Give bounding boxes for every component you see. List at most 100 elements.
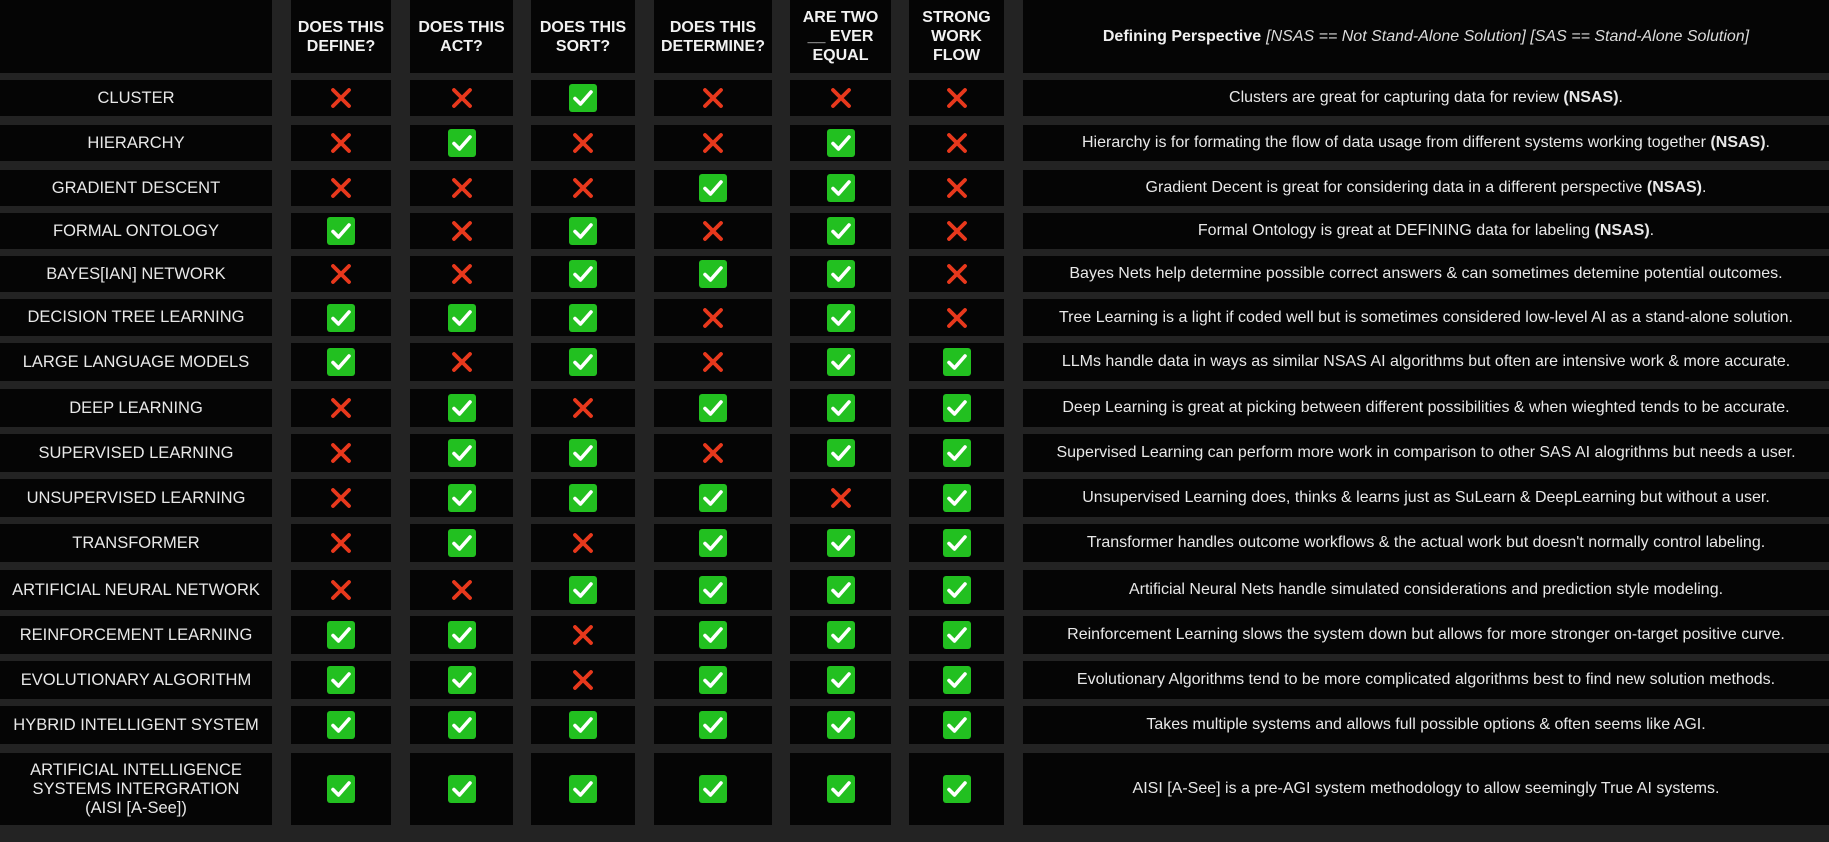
header-description-legend: [NSAS == Not Stand-Alone Solution] [SAS …: [1266, 27, 1750, 45]
cross-icon: [568, 528, 598, 558]
cross-icon: [568, 665, 598, 695]
mark-cell-equal: [790, 434, 891, 472]
cross-icon: [698, 216, 728, 246]
mark-cell-define: [291, 479, 391, 517]
mark-cell-act: [410, 80, 513, 116]
check-icon: [826, 575, 856, 605]
check-icon: [568, 575, 598, 605]
cross-icon: [942, 303, 972, 333]
row-name: EVOLUTIONARY ALGORITHM: [0, 661, 272, 699]
check-icon: [942, 483, 972, 513]
description-end: .: [1618, 89, 1623, 106]
mark-cell-act: [410, 343, 513, 381]
mark-cell-sort: [531, 616, 635, 654]
mark-cell-define: [291, 661, 391, 699]
mark-cell-determine: [654, 479, 772, 517]
mark-cell-act: [410, 661, 513, 699]
row-description: AISI [A-See] is a pre-AGI system methodo…: [1023, 753, 1829, 825]
description-text: Deep Learning is great at picking betwee…: [1062, 399, 1790, 416]
cross-icon: [942, 128, 972, 158]
mark-cell-workflow: [909, 256, 1004, 292]
check-icon: [447, 393, 477, 423]
mark-cell-equal: [790, 479, 891, 517]
header-sort: DOES THIS SORT?: [531, 0, 635, 73]
check-icon: [942, 620, 972, 650]
mark-cell-equal: [790, 213, 891, 249]
cross-icon: [942, 216, 972, 246]
cross-icon: [447, 173, 477, 203]
mark-cell-equal: [790, 524, 891, 562]
cross-icon: [568, 173, 598, 203]
row-name: FORMAL ONTOLOGY: [0, 213, 272, 249]
row-name: HIERARCHY: [0, 125, 272, 161]
mark-cell-sort: [531, 170, 635, 206]
description-tag: (NSAS): [1594, 222, 1650, 239]
check-icon: [826, 393, 856, 423]
row-description: Clusters are great for capturing data fo…: [1023, 80, 1829, 116]
cross-icon: [326, 259, 356, 289]
mark-cell-act: [410, 524, 513, 562]
mark-cell-sort: [531, 479, 635, 517]
row-description: Formal Ontology is great at DEFINING dat…: [1023, 213, 1829, 249]
cross-icon: [326, 173, 356, 203]
cross-icon: [447, 347, 477, 377]
cross-icon: [447, 575, 477, 605]
mark-cell-determine: [654, 299, 772, 336]
description-text: Transformer handles outcome workflows & …: [1086, 534, 1766, 551]
cross-icon: [942, 259, 972, 289]
mark-cell-define: [291, 389, 391, 427]
mark-cell-sort: [531, 570, 635, 610]
description-tag: (NSAS): [1646, 179, 1702, 196]
check-icon: [942, 774, 972, 804]
cross-icon: [447, 83, 477, 113]
check-icon: [942, 575, 972, 605]
row-name: UNSUPERVISED LEARNING: [0, 479, 272, 517]
mark-cell-determine: [654, 80, 772, 116]
mark-cell-determine: [654, 343, 772, 381]
description-text: Reinforcement Learning slows the system …: [1067, 626, 1785, 643]
cross-icon: [326, 128, 356, 158]
mark-cell-sort: [531, 706, 635, 744]
mark-cell-workflow: [909, 299, 1004, 336]
mark-cell-sort: [531, 389, 635, 427]
mark-cell-equal: [790, 256, 891, 292]
mark-cell-workflow: [909, 479, 1004, 517]
mark-cell-equal: [790, 125, 891, 161]
check-icon: [942, 438, 972, 468]
check-icon: [447, 483, 477, 513]
mark-cell-determine: [654, 125, 772, 161]
check-icon: [942, 347, 972, 377]
check-icon: [826, 259, 856, 289]
mark-cell-act: [410, 570, 513, 610]
mark-cell-workflow: [909, 570, 1004, 610]
cross-icon: [447, 259, 477, 289]
check-icon: [568, 216, 598, 246]
check-icon: [447, 303, 477, 333]
mark-cell-define: [291, 434, 391, 472]
description-text: Artificial Neural Nets handle simulated …: [1128, 581, 1724, 598]
row-name: TRANSFORMER: [0, 524, 272, 562]
mark-cell-define: [291, 213, 391, 249]
mark-cell-workflow: [909, 125, 1004, 161]
mark-cell-define: [291, 80, 391, 116]
check-icon: [326, 303, 356, 333]
mark-cell-equal: [790, 389, 891, 427]
mark-cell-sort: [531, 524, 635, 562]
row-description: LLMs handle data in ways as similar NSAS…: [1023, 343, 1829, 381]
mark-cell-define: [291, 753, 391, 825]
check-icon: [698, 483, 728, 513]
row-description: Deep Learning is great at picking betwee…: [1023, 389, 1829, 427]
check-icon: [826, 620, 856, 650]
mark-cell-sort: [531, 213, 635, 249]
check-icon: [568, 303, 598, 333]
check-icon: [447, 128, 477, 158]
mark-cell-equal: [790, 170, 891, 206]
description-text: Tree Learning is a light if coded well b…: [1058, 308, 1793, 326]
mark-cell-workflow: [909, 524, 1004, 562]
mark-cell-determine: [654, 170, 772, 206]
row-description: Reinforcement Learning slows the system …: [1023, 616, 1829, 654]
check-icon: [826, 216, 856, 246]
mark-cell-sort: [531, 125, 635, 161]
row-name: DECISION TREE LEARNING: [0, 299, 272, 336]
mark-cell-determine: [654, 753, 772, 825]
